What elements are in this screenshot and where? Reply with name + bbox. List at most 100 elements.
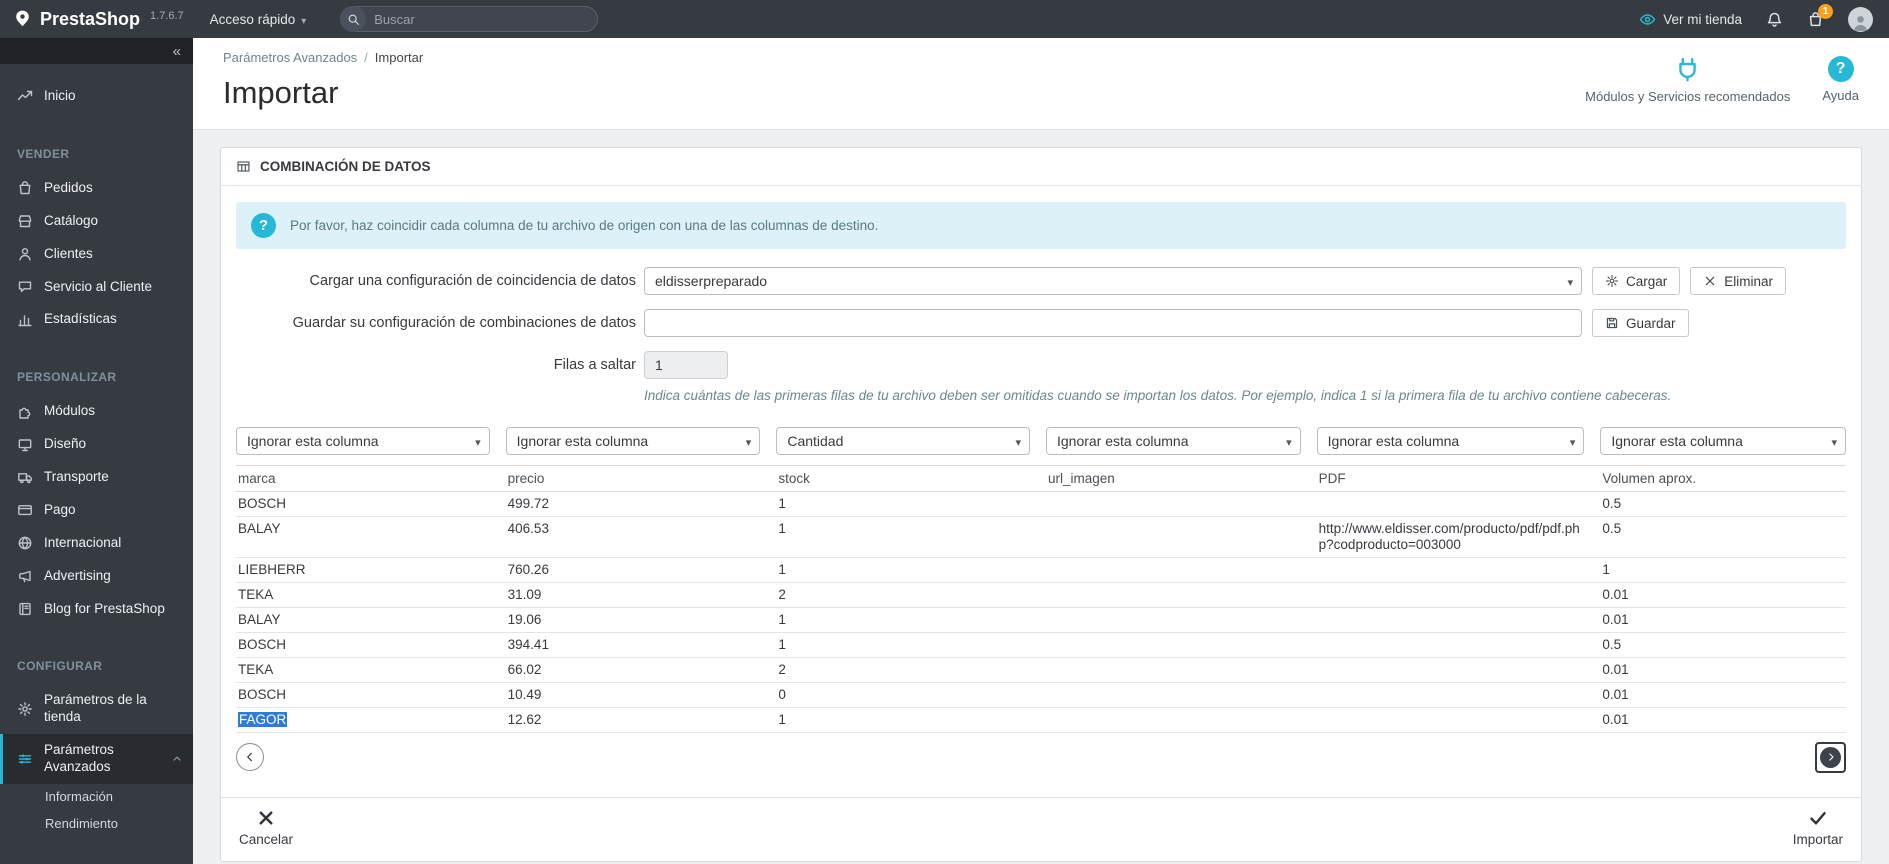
sidebar-item-catalogo[interactable]: Catálogo: [0, 205, 193, 238]
bell-icon: [1766, 11, 1783, 28]
monitor-icon: [17, 437, 33, 453]
sidebar-item-internacional[interactable]: Internacional: [0, 527, 193, 560]
plugin-icon: [1674, 56, 1701, 83]
save-config-input[interactable]: [644, 309, 1582, 337]
global-search: [340, 6, 599, 32]
store-icon: [17, 213, 33, 229]
panel-header: COMBINACIÓN DE DATOS: [221, 148, 1861, 186]
delete-button[interactable]: Eliminar: [1690, 267, 1787, 295]
sidebar-nav: Inicio VENDER Pedidos Catálogo Clientes Servi…: [0, 64, 193, 864]
sidebar-item-parametros-de-la-tienda[interactable]: Parámetros de la tienda: [0, 684, 193, 734]
bag-icon: [17, 180, 33, 196]
column-select-1[interactable]: Ignorar esta columna: [236, 426, 490, 455]
skip-rows-input[interactable]: [644, 351, 728, 379]
chevron-down-icon: [1286, 433, 1292, 449]
sidebar-item-blog-for-prestashop[interactable]: Blog for PrestaShop: [0, 593, 193, 626]
avatar-icon: [1851, 13, 1870, 32]
breadcrumb-parent[interactable]: Parámetros Avanzados: [223, 50, 357, 65]
column-select-2[interactable]: Ignorar esta columna: [505, 426, 761, 455]
view-shop-link[interactable]: Ver mi tienda: [1639, 11, 1742, 28]
load-config-selected-value: eldisserpreparado: [655, 273, 768, 289]
scroll-right-button[interactable]: [1815, 741, 1846, 773]
panel-footer: Cancelar Importar: [221, 796, 1861, 861]
topbar: PrestaShop 1.7.6.7 Acceso rápido Ver mi …: [0, 0, 1889, 38]
column-select-3[interactable]: Cantidad: [776, 426, 1030, 455]
help-link[interactable]: Ayuda: [1822, 56, 1859, 103]
avatar[interactable]: [1848, 6, 1873, 32]
orders-notifications-button[interactable]: 1: [1807, 3, 1833, 28]
sidebar-item-pago[interactable]: Pago: [0, 494, 193, 527]
sidebar-section-configurar: CONFIGURAR: [17, 659, 103, 674]
page-header: Parámetros Avanzados / Importar Importar M…: [193, 38, 1889, 130]
chevron-left-icon: [243, 750, 257, 764]
column-header-stock: stock: [776, 464, 1046, 492]
truck-icon: [17, 469, 33, 485]
table-nav: [236, 741, 1846, 773]
column-header-marca: marca: [236, 464, 506, 492]
save-config-label: Guardar su configuración de combinacione…: [292, 315, 636, 331]
search-icon[interactable]: [340, 6, 367, 32]
sidebar-item-modulos[interactable]: Módulos: [0, 395, 193, 428]
search-input[interactable]: [366, 11, 588, 27]
import-button[interactable]: Importar: [1793, 808, 1843, 847]
topbar-right: Ver mi tienda 1: [1639, 3, 1873, 32]
sidebar-collapse-button[interactable]: «: [0, 38, 193, 64]
sidebar-item-pedidos[interactable]: Pedidos: [0, 172, 193, 205]
eye-icon: [1639, 11, 1656, 28]
header-links: Módulos y Servicios recomendados Ayuda: [1585, 50, 1859, 104]
load-config-select[interactable]: eldisserpreparado: [644, 267, 1582, 295]
sidebar-section-personalizar: PERSONALIZAR: [17, 370, 117, 385]
brand-version: 1.7.6.7: [150, 10, 184, 22]
recommended-modules-link[interactable]: Módulos y Servicios recomendados: [1585, 56, 1790, 104]
quick-access-dropdown[interactable]: Acceso rápido: [210, 12, 307, 27]
breadcrumb: Parámetros Avanzados / Importar: [223, 50, 423, 65]
save-button[interactable]: Guardar: [1592, 309, 1689, 337]
globe-icon: [17, 535, 33, 551]
column-select-4[interactable]: Ignorar esta columna: [1045, 426, 1301, 455]
question-circle-icon: [251, 213, 276, 238]
skip-rows-label: Filas a saltar: [553, 357, 636, 373]
info-alert-text: Por favor, haz coincidir cada columna de…: [290, 218, 879, 233]
sidebar-item-transporte[interactable]: Transporte: [0, 461, 193, 494]
sidebar-item-inicio[interactable]: Inicio: [0, 80, 193, 113]
table-row: BOSCH 10.49 0 0.01: [236, 682, 1846, 708]
puzzle-icon: [17, 404, 33, 420]
main-content: Parámetros Avanzados / Importar Importar M…: [193, 38, 1889, 864]
caret-down-icon: [301, 12, 306, 27]
x-icon: [1703, 274, 1717, 288]
column-header-url-imagen: url_imagen: [1045, 464, 1317, 492]
scroll-left-button[interactable]: [236, 743, 264, 772]
cancel-button[interactable]: Cancelar: [239, 808, 293, 847]
trending-icon: [17, 88, 33, 104]
notification-badge: 1: [1818, 3, 1833, 19]
arrow-right-icon: [1820, 746, 1841, 768]
chevron-down-icon: [1015, 433, 1021, 449]
breadcrumb-current: Importar: [374, 50, 424, 65]
help-label: Ayuda: [1822, 88, 1859, 103]
chevron-down-icon: [1567, 273, 1573, 289]
chevron-up-icon: [171, 753, 183, 765]
sidebar-item-servicio-al-cliente[interactable]: Servicio al Cliente: [0, 271, 193, 304]
load-button[interactable]: Cargar: [1592, 267, 1681, 295]
column-select-5[interactable]: Ignorar esta columna: [1316, 426, 1585, 455]
sidebar: « Inicio VENDER Pedidos Catálogo Clientes Ser…: [0, 38, 193, 864]
chevron-down-icon: [1570, 433, 1576, 449]
gear-icon: [17, 701, 33, 717]
sidebar-item-diseno[interactable]: Diseño: [0, 428, 193, 461]
sidebar-subitem-informacion[interactable]: Información: [0, 784, 193, 811]
column-selects-row: Ignorar esta columna Ignorar esta columna…: [236, 426, 1846, 466]
sidebar-item-advertising[interactable]: Advertising: [0, 560, 193, 593]
sidebar-subitem-rendimiento[interactable]: Rendimiento: [0, 811, 193, 838]
info-alert: Por favor, haz coincidir cada columna de…: [236, 202, 1846, 249]
chevron-down-icon: [475, 433, 481, 449]
brand-name: PrestaShop: [40, 8, 141, 29]
x-icon: [256, 808, 276, 828]
notifications-button[interactable]: [1766, 11, 1783, 28]
prestashop-logo[interactable]: PrestaShop 1.7.6.7: [12, 9, 184, 30]
sidebar-item-estadisticas[interactable]: Estadísticas: [0, 303, 193, 336]
column-select-6[interactable]: Ignorar esta columna: [1600, 426, 1846, 455]
sidebar-item-clientes[interactable]: Clientes: [0, 238, 193, 271]
settings-icon: [17, 751, 33, 767]
sidebar-item-parametros-avanzados[interactable]: Parámetros Avanzados: [0, 734, 193, 784]
prestashop-logo-icon: [12, 9, 33, 30]
